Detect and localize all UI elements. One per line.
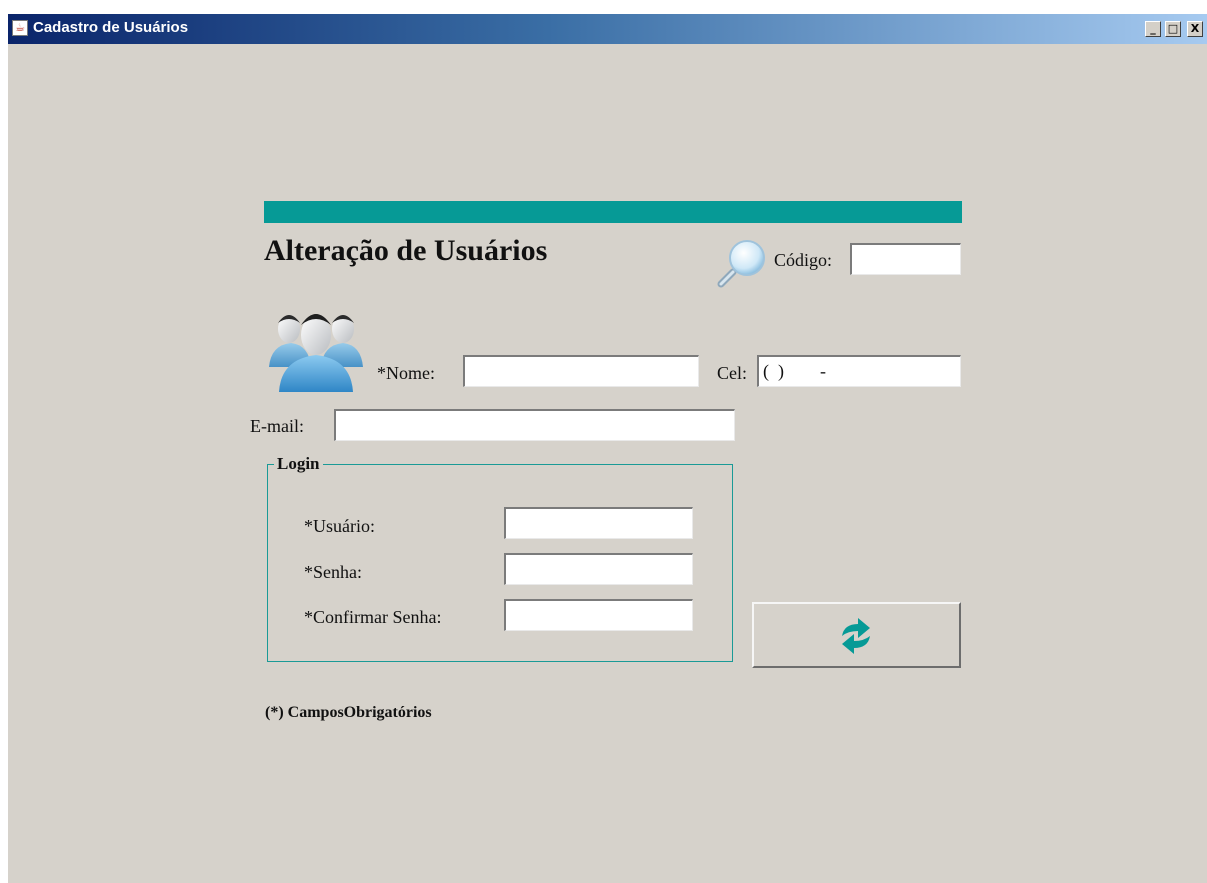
window-title: Cadastro de Usuários <box>33 19 189 36</box>
minimize-button[interactable]: _ <box>1145 21 1161 37</box>
close-button[interactable]: X <box>1187 21 1203 37</box>
nome-label: *Nome: <box>377 363 435 383</box>
app-window: ☕ Cadastro de Usuários _ □ X Alteração d… <box>8 14 1207 883</box>
nome-input[interactable] <box>463 355 699 387</box>
java-cup-icon: ☕ <box>12 20 28 36</box>
confirmar-senha-input[interactable] <box>504 599 693 631</box>
magnifier-icon[interactable] <box>716 235 770 289</box>
refresh-button[interactable] <box>752 602 961 668</box>
email-input[interactable] <box>334 409 735 441</box>
cel-input[interactable]: ( ) - <box>757 355 961 387</box>
required-fields-note: (*) CamposObrigatórios <box>265 704 432 721</box>
codigo-label: Código: <box>774 250 833 270</box>
header-accent-bar <box>264 201 962 223</box>
title-bar: ☕ Cadastro de Usuários _ □ X <box>8 14 1207 44</box>
email-label: E-mail: <box>250 416 304 436</box>
cel-label: Cel: <box>717 363 747 383</box>
maximize-button[interactable]: □ <box>1165 21 1181 37</box>
senha-label: *Senha: <box>304 562 362 582</box>
usuario-input[interactable] <box>504 507 693 539</box>
senha-input[interactable] <box>504 553 693 585</box>
usuario-label: *Usuário: <box>304 516 375 536</box>
codigo-input[interactable] <box>850 243 961 275</box>
confirmar-senha-label: *Confirmar Senha: <box>304 607 442 627</box>
login-legend: Login <box>274 454 323 474</box>
refresh-icon <box>842 618 870 654</box>
page-title: Alteração de Usuários <box>264 234 548 267</box>
users-group-icon <box>269 314 363 392</box>
